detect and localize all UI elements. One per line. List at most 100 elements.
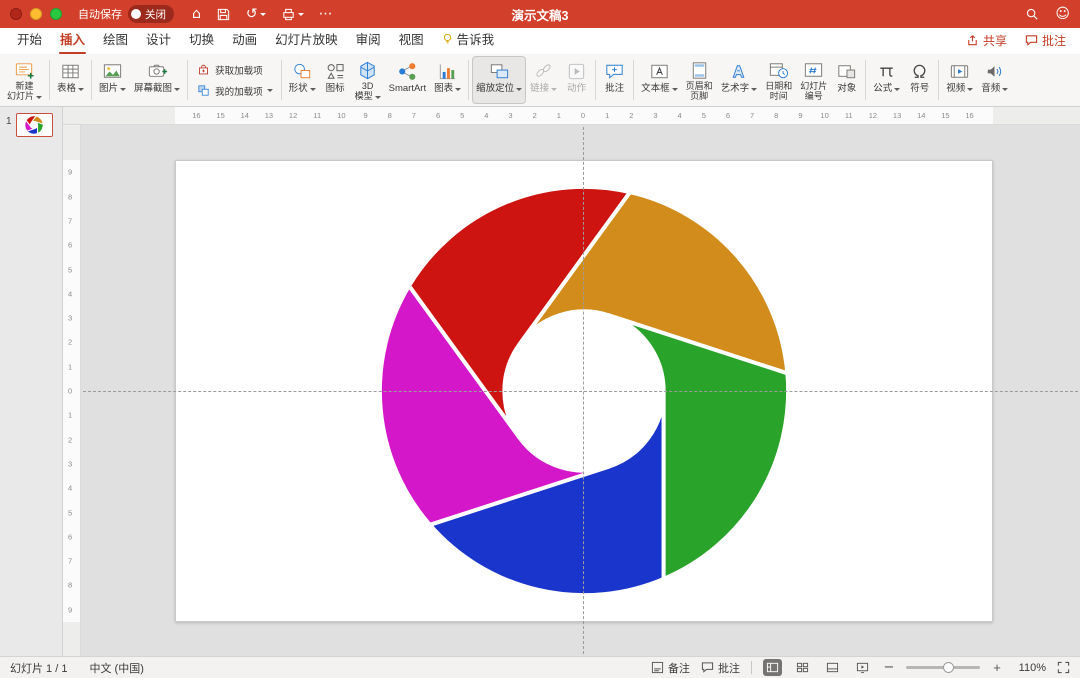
tab-insert[interactable]: 插入: [51, 25, 94, 54]
comments-button[interactable]: 批注: [1025, 32, 1066, 49]
search-icon[interactable]: [1025, 7, 1039, 21]
ribbon-separator: [49, 60, 51, 100]
feedback-smiley-icon[interactable]: ☺: [1055, 7, 1070, 21]
text-box-button[interactable]: 文本框: [637, 56, 682, 104]
reading-view-button[interactable]: [823, 659, 842, 676]
tab-view[interactable]: 视图: [390, 25, 433, 54]
normal-view-button[interactable]: [763, 659, 782, 676]
action-button[interactable]: 动作: [561, 56, 592, 104]
ruler-number: 15: [216, 111, 225, 120]
table-icon: [59, 59, 82, 84]
slideshow-button[interactable]: [853, 659, 872, 676]
slide-counter[interactable]: 幻灯片 1 / 1: [10, 660, 67, 676]
fullscreen-button[interactable]: [50, 8, 62, 20]
my-addins-button[interactable]: 我的加载项: [193, 82, 276, 99]
3d-models-button[interactable]: 3D 模型: [351, 56, 385, 104]
header-footer-icon: [688, 59, 711, 82]
ruler-number: 10: [820, 111, 829, 120]
chevron-down-icon: [1002, 87, 1009, 91]
equation-button[interactable]: 公式: [869, 56, 904, 104]
zoom-out-button[interactable]: −: [883, 660, 895, 675]
header-footer-button[interactable]: 页眉和 页脚: [682, 56, 717, 104]
chart-button[interactable]: 图表: [430, 56, 465, 104]
autosave-toggle[interactable]: 自动保存 关闭: [78, 5, 174, 23]
editing-canvas[interactable]: [81, 125, 1080, 656]
autosave-state: 关闭: [145, 8, 166, 21]
tab-actions: 共享 批注: [966, 32, 1072, 54]
ruler-number: 3: [68, 313, 73, 323]
undo-button[interactable]: ↺: [246, 7, 266, 21]
ruler-number: 1: [68, 410, 73, 420]
notes-icon: [651, 661, 664, 674]
fit-slide-button[interactable]: [1057, 661, 1070, 674]
horizontal-center-guide[interactable]: [83, 391, 1078, 392]
comments-toggle[interactable]: 批注: [701, 660, 740, 676]
wordart-button[interactable]: 艺术字: [717, 56, 762, 104]
tab-home[interactable]: 开始: [8, 25, 51, 54]
ruler-number: 7: [411, 111, 416, 120]
tab-tell-me[interactable]: 告诉我: [433, 25, 504, 54]
ruler-number: 7: [68, 556, 73, 566]
language-indicator[interactable]: 中文 (中国): [89, 660, 143, 676]
zoom-level[interactable]: 110%: [1014, 662, 1046, 674]
ruler-number: 15: [941, 111, 950, 120]
ruler-number: 5: [460, 111, 465, 120]
icons-button[interactable]: 图标: [320, 56, 351, 104]
object-button[interactable]: 对象: [831, 56, 862, 104]
share-button[interactable]: 共享: [966, 32, 1007, 49]
save-icon[interactable]: [216, 7, 231, 22]
audio-button[interactable]: 音频: [977, 56, 1012, 104]
notes-toggle[interactable]: 备注: [651, 660, 690, 676]
screenshot-button[interactable]: 屏幕截图: [130, 56, 184, 104]
slide-thumbnail-panel: 1: [0, 107, 63, 656]
date-time-button[interactable]: 日期和 时间: [761, 56, 796, 104]
slide-number-icon: [802, 59, 825, 82]
autosave-label: 自动保存: [78, 9, 122, 21]
tab-animations[interactable]: 动画: [223, 25, 266, 54]
tab-slideshow[interactable]: 幻灯片放映: [266, 25, 347, 54]
zoom-slider[interactable]: [906, 661, 980, 673]
comment-icon: [1025, 35, 1038, 46]
minimize-button[interactable]: [30, 8, 42, 20]
ruler-number: 13: [892, 111, 902, 120]
ruler-number: 8: [68, 192, 73, 202]
shapes-button[interactable]: 形状: [285, 56, 320, 104]
new-comment-button[interactable]: 批注: [599, 56, 630, 104]
close-button[interactable]: [10, 8, 22, 20]
video-button[interactable]: 视频: [942, 56, 977, 104]
more-commands-button[interactable]: ⋯: [319, 7, 333, 21]
action-icon: [565, 59, 588, 84]
tab-draw[interactable]: 绘图: [94, 25, 137, 54]
ruler-number: 2: [532, 111, 537, 120]
new-slide-button[interactable]: 新建 幻灯片: [3, 56, 46, 104]
slide-number-button[interactable]: 幻灯片 编号: [796, 56, 831, 104]
chevron-down-icon: [894, 87, 901, 91]
ribbon: 新建 幻灯片 表格 图片 屏幕截图 获取加载项 我的加载项 形状 图标 3D 模…: [0, 54, 1080, 107]
ruler-number: 16: [965, 111, 974, 120]
ribbon-separator: [865, 60, 867, 100]
ruler-number: 5: [701, 111, 706, 120]
slide-thumbnail[interactable]: [15, 113, 53, 137]
print-button[interactable]: [281, 7, 304, 22]
chevron-down-icon: [671, 87, 678, 91]
pictures-button[interactable]: 图片: [95, 56, 130, 104]
get-addins-button[interactable]: 获取加载项: [193, 61, 276, 78]
table-button[interactable]: 表格: [53, 56, 88, 104]
slide-sorter-view-button[interactable]: [793, 659, 812, 676]
tab-design[interactable]: 设计: [137, 25, 180, 54]
zoom-slider-knob[interactable]: [943, 661, 954, 673]
slideshow-icon: [856, 662, 869, 674]
zoom-in-button[interactable]: +: [991, 660, 1003, 675]
ruler-number: 9: [68, 167, 73, 177]
tab-transitions[interactable]: 切换: [180, 25, 223, 54]
tab-review[interactable]: 审阅: [347, 25, 390, 54]
zoom-link-button[interactable]: 缩放定位: [472, 56, 527, 104]
link-button[interactable]: 链接: [526, 56, 561, 104]
symbol-button[interactable]: 符号: [904, 56, 935, 104]
chevron-down-icon: [374, 95, 381, 99]
home-icon[interactable]: ⌂: [192, 7, 201, 21]
ruler-number: 3: [68, 459, 73, 469]
autosave-switch[interactable]: 关闭: [128, 5, 174, 23]
smartart-button[interactable]: SmartArt: [385, 56, 430, 104]
ribbon-separator: [187, 60, 189, 100]
